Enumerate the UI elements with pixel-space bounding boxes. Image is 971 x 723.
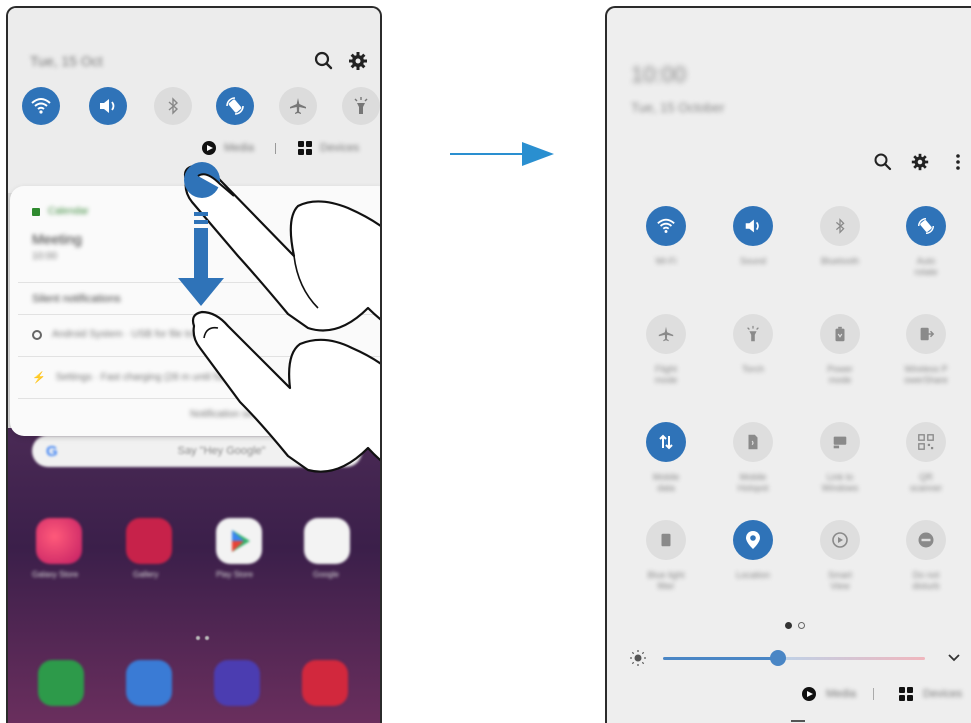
chevron-down-icon[interactable]: [947, 652, 961, 664]
hotspot-icon: [733, 422, 773, 462]
transition-arrow-icon: [450, 142, 554, 166]
quick-tile-label: Smart View: [827, 570, 852, 591]
powershare-icon: [906, 314, 946, 354]
brightness-slider[interactable]: [663, 657, 925, 660]
quick-tile-label: Link to Windows: [821, 472, 859, 493]
quick-tile[interactable]: QR scanner: [905, 422, 947, 494]
left-phone-screen: Tue, 15 Oct Media Devices G Say "Hey Goo…: [6, 6, 382, 723]
quick-tile[interactable]: Torch: [732, 314, 774, 375]
more-options-icon[interactable]: [947, 151, 969, 173]
devices-icon: [899, 687, 913, 701]
quick-tile-label: Auto rotate: [914, 256, 938, 277]
search-icon[interactable]: [872, 151, 894, 173]
bluetooth-icon: [820, 206, 860, 246]
quick-tile-label: Mobile Hotspot: [737, 472, 769, 493]
qr-icon: [906, 422, 946, 462]
quick-tile-label: Wireless P owerShare: [904, 364, 948, 385]
clock-time: 10:00: [631, 62, 687, 87]
quick-tile-label: Do not disturb: [912, 570, 940, 591]
quick-tile[interactable]: Auto rotate: [905, 206, 947, 278]
devices-button[interactable]: Devices: [899, 687, 962, 701]
panel-handle[interactable]: [791, 720, 805, 722]
quick-tile-label: Mobile data: [652, 472, 680, 493]
brightness-icon: [630, 650, 646, 666]
quick-tile-label: Blue light filter: [647, 570, 685, 591]
airplane-icon: [646, 314, 686, 354]
quick-tile[interactable]: Blue light filter: [645, 520, 687, 592]
quick-tile-label: Torch: [741, 364, 764, 374]
wifi-icon: [646, 206, 686, 246]
data-icon: [646, 422, 686, 462]
quick-tile[interactable]: Do not disturb: [905, 520, 947, 592]
torch-icon: [733, 314, 773, 354]
devices-label: Devices: [923, 688, 963, 700]
quick-tile-label: Flight mode: [654, 364, 678, 385]
page-indicator: [785, 622, 805, 629]
smartview-icon: [820, 520, 860, 560]
brightness-control: [625, 648, 965, 668]
sound-icon: [733, 206, 773, 246]
quick-tile-label: Wi-Fi: [655, 256, 677, 266]
location-icon: [733, 520, 773, 560]
gear-icon[interactable]: [909, 151, 931, 173]
link-windows-icon: [820, 422, 860, 462]
quick-tile-label: QR scanner: [909, 472, 943, 493]
swipe-gesture-illustration: [178, 162, 380, 473]
quick-tile[interactable]: Flight mode: [645, 314, 687, 386]
play-icon: [802, 687, 816, 701]
quick-tile-label: Location: [735, 570, 771, 580]
quick-tile[interactable]: Power mode: [819, 314, 861, 386]
dnd-icon: [906, 520, 946, 560]
divider: [873, 688, 874, 700]
quick-tile[interactable]: Smart View: [819, 520, 861, 592]
quick-tile[interactable]: Wi-Fi: [645, 206, 687, 267]
bluelight-icon: [646, 520, 686, 560]
battery-icon: [820, 314, 860, 354]
rotate-icon: [906, 206, 946, 246]
media-button[interactable]: Media: [802, 687, 856, 701]
brightness-slider-thumb[interactable]: [770, 650, 787, 666]
quick-tile-label: Power mode: [827, 364, 853, 385]
right-phone-screen: 10:00 Tue, 15 October Wi-Fi Sound Bluetoot…: [605, 6, 971, 723]
quick-tile[interactable]: Bluetooth: [819, 206, 861, 267]
quick-tile[interactable]: Wireless P owerShare: [904, 314, 948, 386]
quick-tile-label: Bluetooth: [820, 256, 860, 266]
quick-tile-label: Sound: [739, 256, 767, 266]
quick-tile[interactable]: Link to Windows: [819, 422, 861, 494]
quick-tile[interactable]: Mobile Hotspot: [732, 422, 774, 494]
quick-tile[interactable]: Sound: [732, 206, 774, 267]
clock-date: Tue, 15 October: [631, 100, 725, 115]
quick-tile[interactable]: Mobile data: [645, 422, 687, 494]
media-label: Media: [826, 688, 856, 700]
quick-tile[interactable]: Location: [732, 520, 774, 581]
